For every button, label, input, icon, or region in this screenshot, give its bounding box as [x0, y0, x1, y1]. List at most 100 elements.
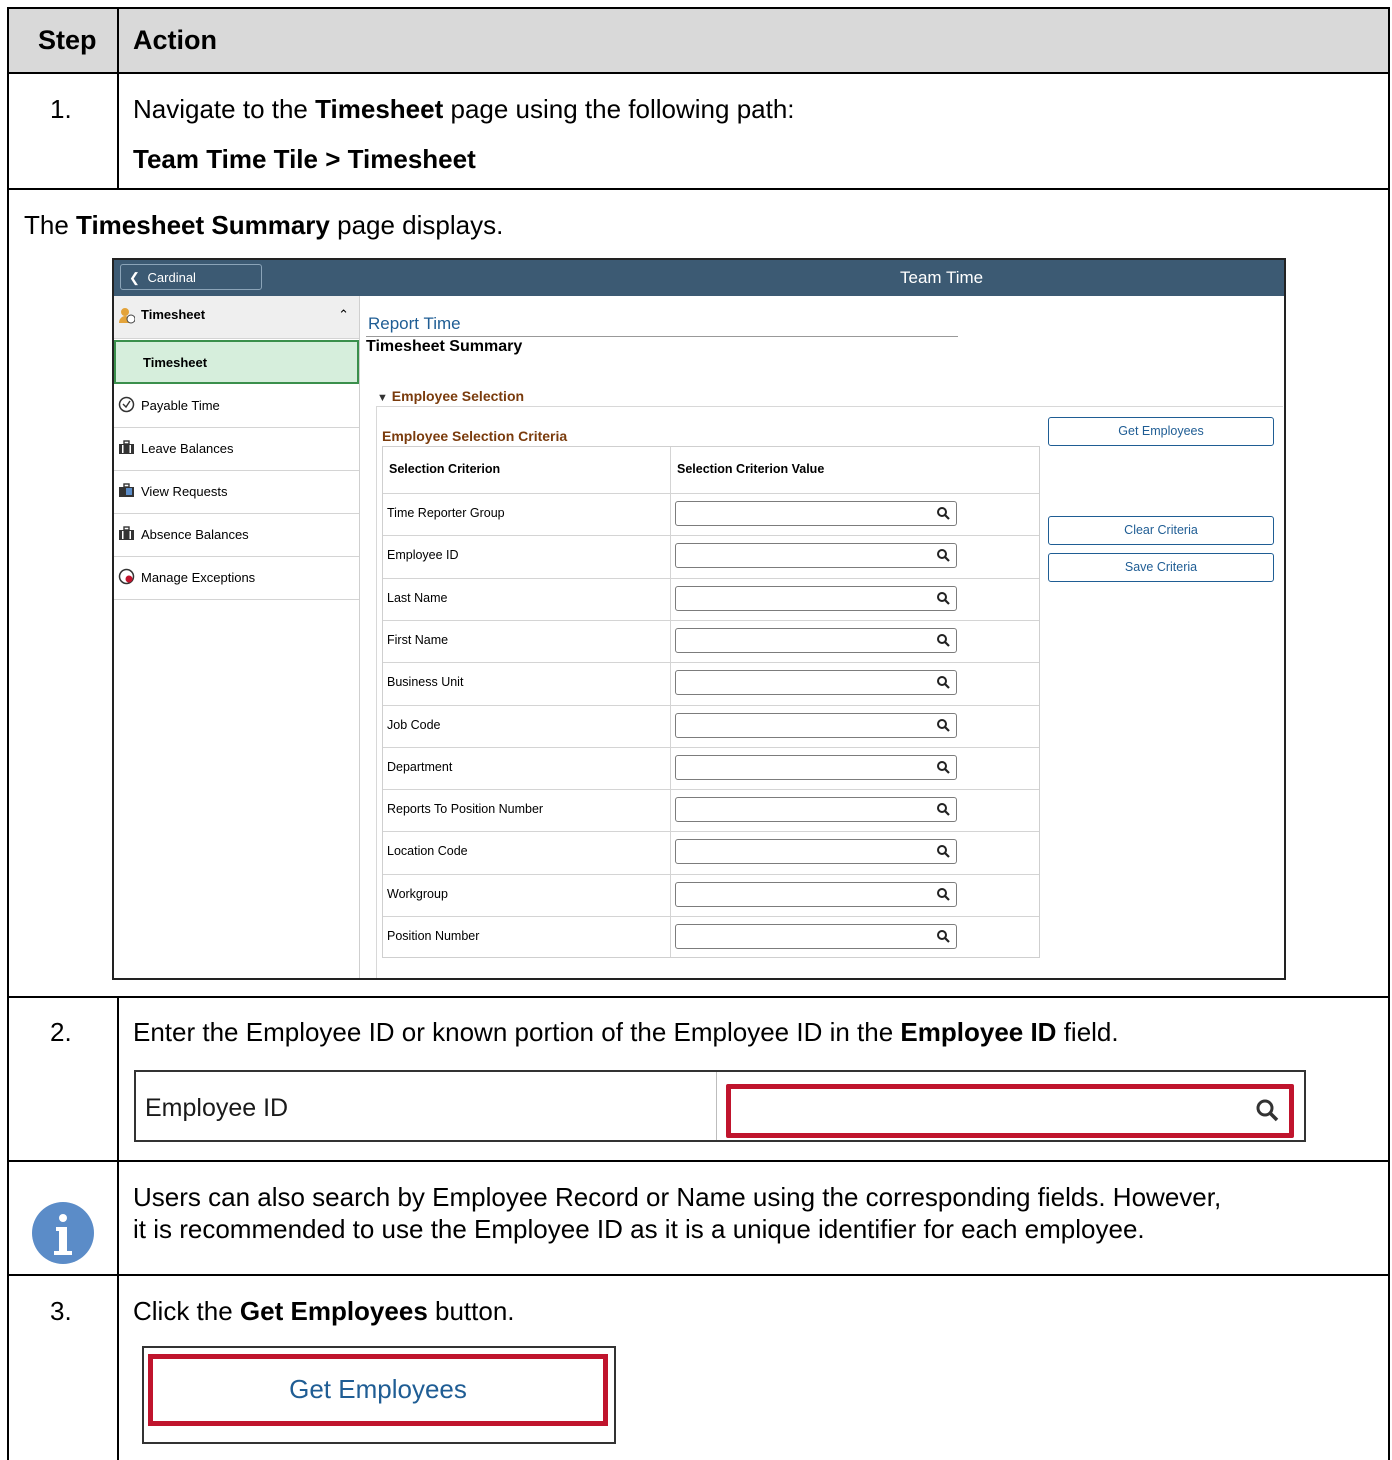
criterion-value-input[interactable] — [675, 627, 957, 653]
sidebar-label: Manage Exceptions — [141, 570, 256, 585]
sidebar: Timesheet ⌃ Timesheet Payable Time Leave… — [114, 296, 360, 978]
sidebar-group-timesheet[interactable]: Timesheet ⌃ — [114, 296, 359, 339]
column-divider — [716, 1072, 717, 1140]
table-rule — [117, 7, 119, 189]
text: page using the following path: — [443, 94, 795, 124]
table-rule — [1388, 7, 1390, 1460]
search-icon — [937, 549, 950, 563]
table-rule — [8, 1274, 1390, 1276]
row-divider — [383, 789, 1039, 791]
caret-down-icon: ▼ — [377, 392, 388, 404]
row-divider — [383, 831, 1039, 833]
suitcase-icon — [119, 440, 134, 454]
criterion-label: Time Reporter Group — [387, 506, 505, 520]
exception-clock-icon — [118, 568, 135, 585]
get-employees-button-highlighted[interactable]: Get Employees — [148, 1354, 608, 1426]
column-divider — [670, 447, 671, 957]
text-bold: Timesheet Summary — [76, 210, 330, 240]
text: page displays. — [329, 210, 504, 240]
sidebar-label: View Requests — [141, 484, 228, 499]
sidebar-item-payable-time[interactable]: Payable Time — [114, 385, 359, 428]
criteria-title: Employee Selection Criteria — [382, 428, 568, 444]
employee-selection-toggle[interactable]: ▼ Employee Selection — [377, 388, 524, 404]
search-icon — [937, 633, 950, 647]
info-icon — [32, 1202, 94, 1264]
info-glyph — [54, 1214, 72, 1255]
search-icon — [937, 676, 950, 689]
sidebar-label: Payable Time — [141, 398, 220, 413]
row-divider — [383, 662, 1039, 664]
col-header-value: Selection Criterion Value — [677, 462, 825, 476]
search-icon — [937, 591, 950, 605]
table-rule — [8, 72, 1390, 74]
search-icon — [937, 930, 950, 943]
sidebar-label: Timesheet — [143, 355, 208, 370]
search-icon — [937, 887, 950, 901]
criteria-grid: Selection Criterion Selection Criterion … — [382, 446, 1040, 958]
clock-icon — [118, 396, 135, 413]
text-bold: Get Employees — [239, 1296, 428, 1326]
col-header-criterion: Selection Criterion — [389, 462, 501, 476]
step-number: 1. — [50, 94, 72, 124]
sidebar-item-manage-exceptions[interactable]: Manage Exceptions — [114, 557, 359, 600]
criterion-value-input[interactable] — [675, 712, 957, 738]
title-underline — [366, 336, 958, 337]
table-rule — [8, 7, 1390, 9]
search-icon — [937, 845, 950, 859]
text-bold: Employee ID — [900, 1017, 1057, 1047]
criterion-value-input[interactable] — [675, 754, 957, 780]
text: Enter the Employee ID or known portion o… — [133, 1017, 901, 1047]
report-time-title: Report Time — [368, 314, 461, 333]
table-rule — [8, 188, 1390, 190]
text: button. — [427, 1296, 515, 1326]
search-icon — [937, 760, 950, 774]
step-number: 3. — [50, 1296, 72, 1326]
sidebar-label: Absence Balances — [141, 527, 249, 542]
header-action: Action — [133, 25, 217, 55]
criterion-value-input[interactable] — [675, 881, 957, 907]
sidebar-label: Leave Balances — [141, 441, 234, 456]
search-icon — [1256, 1099, 1279, 1122]
criterion-label: Employee ID — [387, 548, 459, 563]
text: Navigate to the — [133, 94, 316, 124]
text: The — [24, 210, 77, 240]
step-number: 2. — [50, 1017, 72, 1047]
row-divider — [383, 873, 1039, 875]
criterion-value-input[interactable] — [675, 543, 957, 569]
text: field. — [1056, 1017, 1119, 1047]
save-criteria-button[interactable]: Save Criteria — [1048, 553, 1274, 582]
summary-line: The Timesheet Summary page displays. — [24, 210, 503, 241]
get-employees-button[interactable]: Get Employees — [1048, 417, 1274, 446]
sidebar-item-timesheet[interactable]: Timesheet — [114, 340, 359, 384]
sidebar-item-absence-balances[interactable]: Absence Balances — [114, 514, 359, 557]
get-employees-zoom: Get Employees — [142, 1346, 616, 1444]
criterion-label: Position Number — [387, 929, 480, 943]
sidebar-item-view-requests[interactable]: View Requests — [114, 471, 359, 514]
cardinal-homepage-button[interactable]: ❮ Cardinal Homepage — [120, 264, 262, 311]
criterion-label: Department — [387, 759, 453, 774]
navigation-path: Team Time Tile > Timesheet — [133, 144, 476, 174]
criterion-label: Business Unit — [387, 675, 464, 690]
criterion-label: Workgroup — [387, 886, 448, 901]
header-step: Step — [38, 25, 97, 55]
step-instruction: Enter the Employee ID or known portion o… — [133, 1017, 1119, 1048]
employee-id-field-highlighted[interactable] — [726, 1084, 1294, 1138]
clear-criteria-button[interactable]: Clear Criteria — [1048, 516, 1274, 545]
criterion-value-input[interactable] — [675, 924, 957, 949]
employee-id-label: Employee ID — [145, 1094, 289, 1122]
search-icon — [937, 803, 950, 816]
row-divider — [383, 916, 1039, 917]
sidebar-label: Timesheet — [141, 307, 206, 322]
timesheet-screenshot: ❮ Cardinal Homepage Team Time Timesheet … — [112, 258, 1286, 980]
criterion-label: Last Name — [387, 590, 448, 605]
text: Click the — [133, 1296, 240, 1326]
sidebar-item-leave-balances[interactable]: Leave Balances — [114, 428, 359, 471]
criterion-value-input[interactable] — [675, 839, 957, 865]
info-text-line1: Users can also search by Employee Record… — [133, 1182, 1222, 1212]
requests-icon — [119, 483, 134, 497]
criterion-value-input[interactable] — [675, 501, 957, 526]
criterion-value-input[interactable] — [675, 797, 957, 823]
criterion-value-input[interactable] — [675, 670, 957, 696]
page-title: Team Time — [900, 268, 984, 287]
criterion-value-input[interactable] — [675, 585, 957, 611]
